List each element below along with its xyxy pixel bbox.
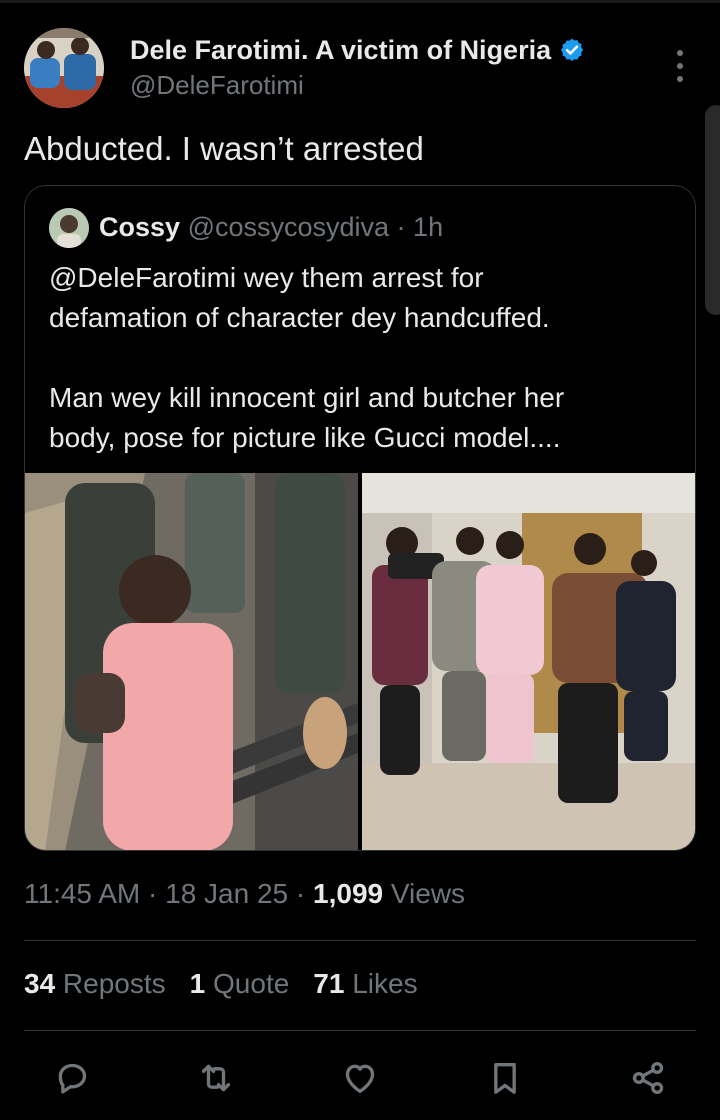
author-handle[interactable]: @DeleFarotimi xyxy=(130,70,304,101)
quoted-tweet[interactable]: Cossy @cossycosydiva · 1h @DeleFarotimi … xyxy=(24,185,696,851)
author-avatar[interactable] xyxy=(24,28,104,108)
tweet-header: Dele Farotimi. A victim of Nigeria @Dele… xyxy=(24,28,696,110)
views-label: Views xyxy=(383,878,466,909)
tweet-metadata: 11:45 AM · 18 Jan 25 · 1,099 Views xyxy=(24,878,465,910)
separator: · xyxy=(389,212,414,242)
views-count: 1,099 xyxy=(313,878,384,909)
separator: · xyxy=(140,878,166,909)
likes-count: 71 xyxy=(313,968,345,999)
media-photo-right[interactable] xyxy=(362,473,695,850)
like-icon[interactable] xyxy=(340,1058,380,1098)
bookmark-icon[interactable] xyxy=(485,1058,525,1098)
tweet-time[interactable]: 11:45 AM xyxy=(24,878,140,909)
action-bar xyxy=(50,1058,680,1098)
quoted-text-line: Man wey kill innocent girl and butcher h… xyxy=(49,382,565,413)
tweet-text: Abducted. I wasn’t arrested xyxy=(24,130,424,167)
divider xyxy=(24,940,696,941)
reposts-count: 34 xyxy=(24,968,56,999)
scroll-handle[interactable] xyxy=(705,105,720,315)
quoted-author-handle[interactable]: @cossycosydiva xyxy=(188,212,389,242)
repost-icon[interactable] xyxy=(196,1058,236,1098)
quoted-author-avatar[interactable] xyxy=(49,208,89,248)
top-edge xyxy=(0,0,720,3)
quoted-text-line: body, pose for picture like Gucci model.… xyxy=(49,422,561,453)
quotes-count: 1 xyxy=(189,968,206,999)
quotes-label: Quote xyxy=(205,968,290,999)
reposts-label: Reposts xyxy=(55,968,166,999)
tweet-date[interactable]: 18 Jan 25 xyxy=(165,878,288,909)
quoted-text-line: defamation of character dey handcuffed. xyxy=(49,302,550,333)
quoted-author-name[interactable]: Cossy xyxy=(99,212,180,242)
verified-badge-icon xyxy=(561,38,584,62)
quoted-timestamp: 1h xyxy=(413,212,444,242)
separator: · xyxy=(288,878,314,909)
reposts-stat[interactable]: 34 Reposts xyxy=(24,968,166,1000)
engagement-stats: 34 Reposts 1 Quote 71 Likes xyxy=(24,968,442,1000)
more-options-icon[interactable] xyxy=(672,46,688,86)
quoted-text-line: @DeleFarotimi wey them arrest for xyxy=(49,262,484,293)
reply-icon[interactable] xyxy=(52,1058,92,1098)
media-photo-left[interactable] xyxy=(25,473,358,850)
divider xyxy=(24,1030,696,1031)
quotes-stat[interactable]: 1 Quote xyxy=(190,968,290,1000)
quoted-text: @DeleFarotimi wey them arrest for defama… xyxy=(49,258,679,458)
share-icon[interactable] xyxy=(628,1058,668,1098)
author-display-name[interactable]: Dele Farotimi. A victim of Nigeria xyxy=(130,35,551,66)
likes-stat[interactable]: 71 Likes xyxy=(313,968,417,1000)
likes-label: Likes xyxy=(344,968,418,999)
